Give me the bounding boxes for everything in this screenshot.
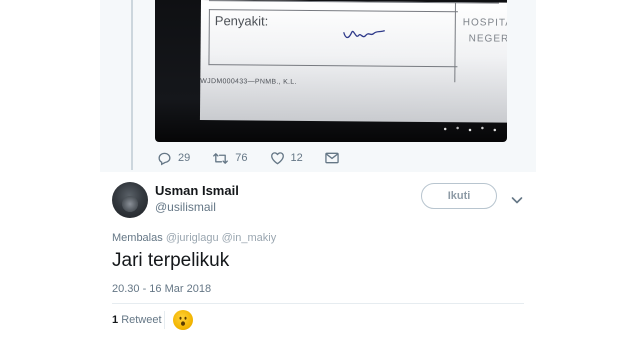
emoji-face-icon: [179, 316, 187, 326]
scribble-mark: [343, 29, 385, 39]
message-action[interactable]: [325, 152, 339, 164]
message-icon: [325, 152, 339, 164]
form-code: WJDM000433—PNMB., K.L.: [200, 77, 297, 86]
photo-speckle: [439, 124, 501, 134]
tweet-actions: 29 76 12: [157, 150, 339, 166]
reply-action[interactable]: 29: [157, 151, 190, 166]
reply-count: 29: [178, 152, 191, 164]
like-count: 12: [290, 152, 303, 164]
form-label: Penyakit:: [214, 13, 269, 29]
thread-line: [131, 0, 133, 170]
replying-to: Membalas @juriglagu @in_makiy: [112, 232, 276, 244]
form-side-text: HOSPITA: [462, 17, 507, 29]
retweet-action[interactable]: 76: [212, 151, 248, 166]
like-icon: [270, 151, 285, 165]
retweet-stat-label: Retweet: [121, 314, 162, 326]
form-side-text: NEGER: [468, 33, 507, 45]
tweet-text: Jari terpelikuk: [112, 250, 230, 271]
reply-icon: [157, 151, 172, 166]
display-name[interactable]: Usman Ismail: [155, 183, 239, 198]
timestamp[interactable]: 20.30 - 16 Mar 2018: [112, 283, 211, 295]
replying-label: Membalas: [112, 232, 163, 244]
retweeter-avatar[interactable]: [173, 310, 193, 330]
retweet-stats[interactable]: 1 Retweet: [112, 314, 162, 326]
divider: [112, 303, 524, 304]
like-action[interactable]: 12: [270, 151, 303, 165]
retweet-count: 76: [235, 152, 248, 164]
follow-button[interactable]: Ikuti: [421, 183, 497, 209]
replying-mentions[interactable]: @juriglagu @in_makiy: [166, 232, 276, 244]
retweet-stat-count: 1: [112, 314, 119, 326]
retweet-icon: [212, 151, 229, 166]
avatar[interactable]: [112, 182, 148, 218]
user-handle[interactable]: @usilismail: [155, 200, 216, 214]
stats-separator: [164, 311, 165, 329]
chevron-down-icon[interactable]: [511, 192, 523, 210]
tweet-photo[interactable]: Penyakit: WJDM000433—PNMB., K.L. HOSPITA…: [155, 0, 507, 142]
form-paper: Penyakit: WJDM000433—PNMB., K.L. HOSPITA…: [199, 0, 507, 123]
